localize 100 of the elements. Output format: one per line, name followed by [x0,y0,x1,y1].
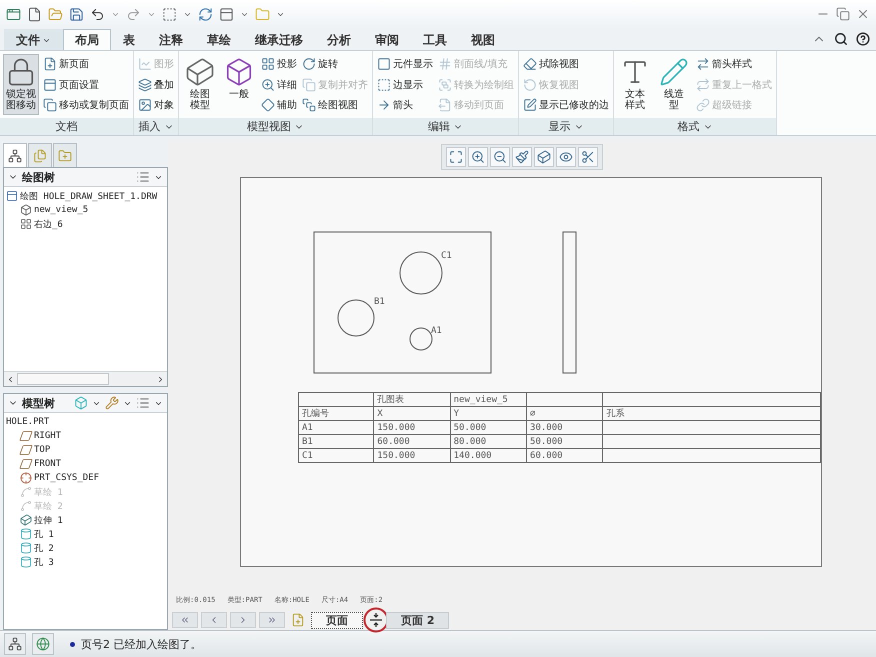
restore-icon[interactable] [836,7,850,21]
table-header-cell: 孔编号 [298,406,374,420]
view-tool-button[interactable] [490,147,510,167]
ribbon-large-button[interactable]: 线造型 [656,54,692,115]
ribbon-button[interactable]: 显示已修改的边 [522,95,610,115]
ribbon-button[interactable]: 元件显示 [376,54,434,74]
redo-icon[interactable] [126,6,141,22]
view-tool-button[interactable] [534,147,554,167]
ribbon-large-button[interactable]: 一般 [221,54,257,115]
ribbon-button[interactable]: 详细 [260,74,298,94]
ribbon-button[interactable]: 叠加 [137,74,175,94]
ribbon-button[interactable]: 页面设置 [42,74,130,94]
link-icon [696,98,710,112]
ribbon-button[interactable]: 移动或复制页面 [42,95,130,115]
tree-item[interactable]: 拉伸 1 [34,514,63,526]
ribbon-tab[interactable]: 草绘 [195,29,243,50]
table-cell: 孔图表 [374,392,450,406]
browser-toggle-button[interactable] [32,633,54,655]
ribbon-button[interactable]: 边显示 [376,74,434,94]
app-icon[interactable] [6,6,21,22]
table-cell: 80.000 [450,434,527,448]
ribbon-button[interactable]: 拭除视图 [522,54,610,74]
group-menu-button[interactable]: 格式 [678,119,712,134]
ribbon-button[interactable]: 箭头样式 [695,54,773,74]
table-cell: 140.000 [450,448,527,462]
table-cell: 60.000 [374,434,450,448]
folder-icon [58,148,72,162]
table-cell: B1 [298,434,374,448]
image-icon [138,98,152,112]
ribbon-tab[interactable]: 工具 [411,29,459,50]
scroll-right-icon [156,374,165,384]
drawing-sheet-icon [6,190,18,202]
search-icon[interactable] [834,32,848,46]
regenerate-icon[interactable] [198,6,213,22]
horizontal-scrollbar[interactable] [4,371,167,386]
table-cell: new_view_5 [450,392,527,406]
ribbon-button[interactable]: 新页面 [42,54,130,74]
tree-item[interactable]: TOP [34,445,50,455]
eye-icon [559,150,573,164]
ribbon-tab[interactable]: 布局 [63,29,111,50]
ribbon-button[interactable]: 投影 [260,54,298,74]
cube-icon [537,150,551,164]
circled-divider-drawing [363,606,389,632]
tree-item[interactable]: FRONT [34,459,62,469]
save-icon[interactable] [69,6,84,22]
box-icon [224,57,254,87]
status-message: 页号2 已经加入绘图了。 [81,636,202,652]
grid-icon [261,57,275,71]
tree-item[interactable]: 孔 2 [34,542,54,554]
tree-item[interactable]: PRT_CSYS_DEF [34,473,100,483]
tree-item[interactable]: new_view_5 [34,205,88,215]
hatch-icon [438,57,452,71]
tree-item[interactable]: 孔 3 [34,556,54,568]
edit-square-icon [523,98,537,112]
ribbon-tab[interactable]: 表 [111,29,147,50]
navigator-toggle-button[interactable] [4,633,26,655]
ribbon-button[interactable]: 辅助 [260,95,298,115]
view-tool-button[interactable] [468,147,488,167]
page-tab[interactable]: 页面 2 [386,612,450,628]
ribbon-tab[interactable]: 审阅 [363,29,411,50]
page-tab[interactable]: 页面 [311,612,363,628]
cylinder-icon [20,542,32,554]
ribbon-large-button[interactable]: 锁定视图移动 [3,54,39,115]
ribbon-button[interactable]: 对象 [137,95,175,115]
help-icon[interactable] [856,32,870,46]
close-icon[interactable] [856,7,870,21]
view-tool-button[interactable] [512,147,532,167]
view-tool-button[interactable] [446,147,466,167]
hole-circle [338,300,374,336]
view-tool-button[interactable] [578,147,598,167]
ribbon-large-button[interactable]: 文本样式 [617,54,653,115]
ribbon-button[interactable]: 绘图视图 [301,95,369,115]
tree-item[interactable]: HOLE.PRT [6,417,50,427]
parallelogram-icon [18,444,34,456]
tree-item[interactable]: RIGHT [34,431,62,441]
ribbon-button[interactable]: 箭头 [376,95,434,115]
window-icon[interactable] [219,6,234,22]
tree-icon [8,637,22,651]
scissors-icon [581,150,595,164]
lock-icon [6,57,36,87]
tree-item[interactable]: 绘图 HOLE_DRAW_SHEET_1.DRW [20,190,158,202]
ribbon-tab[interactable]: 继承迁移 [243,29,315,50]
tree-item[interactable]: 右边_6 [34,218,63,230]
first-page-icon [180,615,190,625]
new-file-icon[interactable] [27,6,42,22]
ribbon-button[interactable]: 旋转 [301,54,369,74]
navigator-tab[interactable] [3,143,27,167]
hole-label: A1 [431,326,442,336]
undo-icon[interactable] [90,6,105,22]
tree-item[interactable]: 孔 1 [34,528,54,540]
table-cell: 30.000 [526,420,603,434]
file-menu[interactable]: 文件 [4,29,63,50]
ribbon-tab[interactable]: 注释 [147,29,195,50]
ribbon-large-button[interactable]: 绘图模型 [182,54,218,115]
ribbon-tab[interactable]: 视图 [459,29,507,50]
select-box-icon[interactable] [162,6,177,22]
copy-icon [302,78,316,92]
repeat-icon [696,78,710,92]
ribbon-tab[interactable]: 分析 [315,29,363,50]
view-tool-button[interactable] [556,147,576,167]
